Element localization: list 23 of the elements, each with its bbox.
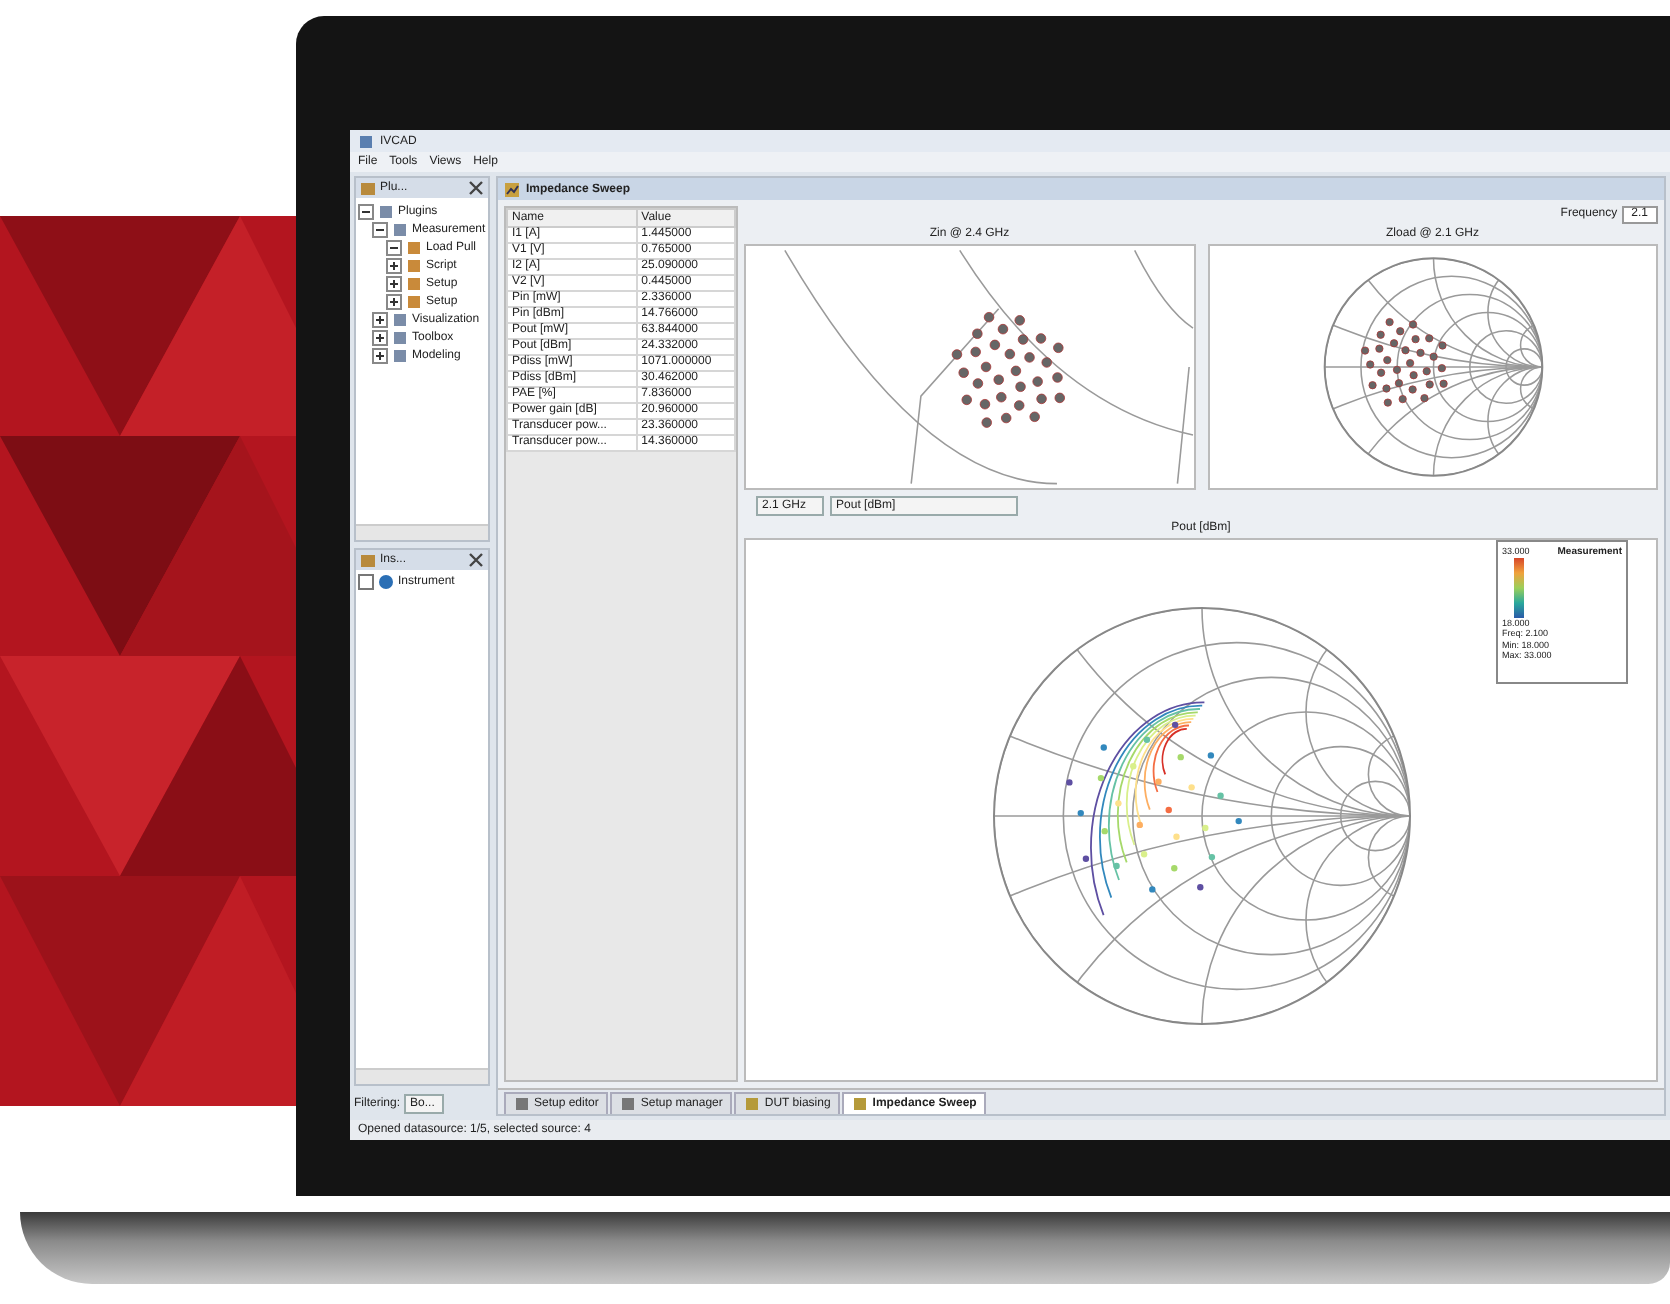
expander-icon[interactable]: [372, 329, 388, 345]
chart-icon: [504, 181, 520, 197]
horizontal-scrollbar[interactable]: [356, 523, 488, 540]
expander-icon[interactable]: [386, 257, 402, 273]
expander-icon[interactable]: [386, 239, 402, 255]
expander-icon[interactable]: [372, 221, 388, 237]
expander-icon[interactable]: [358, 203, 374, 219]
horizontal-scrollbar[interactable]: [356, 1068, 488, 1084]
tab-icon: [744, 1096, 761, 1112]
tab-icon: [852, 1096, 869, 1112]
tab-icon: [620, 1096, 637, 1112]
color-scale-bar: [1514, 557, 1524, 617]
tab-icon: [514, 1096, 530, 1112]
close-icon: [468, 180, 484, 196]
expander-icon[interactable]: [386, 293, 402, 309]
close-icon: [468, 551, 484, 568]
expander-icon[interactable]: [386, 275, 402, 291]
expander-icon[interactable]: [372, 347, 388, 363]
expander-icon[interactable]: [372, 311, 388, 327]
app-icon: [358, 133, 374, 149]
folder-icon: [360, 180, 376, 196]
folder-icon: [360, 551, 376, 568]
checkbox[interactable]: [358, 574, 374, 591]
